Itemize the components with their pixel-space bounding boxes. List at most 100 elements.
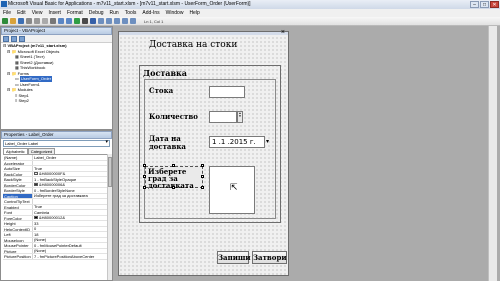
userform-order[interactable]: × Доставка на стоки Доставка Стока Колич… — [118, 29, 289, 276]
menu-window[interactable]: Window — [163, 9, 187, 17]
property-name: HelpContextID — [3, 226, 33, 231]
resize-handle-se[interactable] — [201, 186, 204, 189]
property-name: (Name) — [3, 155, 33, 160]
property-value[interactable]: 7 - fmPicturePositionAboveCenter — [33, 254, 107, 259]
menu-addins[interactable]: Add-Ins — [139, 9, 162, 17]
cut-icon[interactable] — [26, 18, 32, 24]
resize-handle-nw[interactable] — [143, 164, 146, 167]
tab-categorized[interactable]: Categorized — [27, 148, 56, 154]
property-value[interactable]: Cambria — [33, 210, 107, 215]
toolbox-icon[interactable] — [130, 18, 136, 24]
resize-handle-s[interactable] — [172, 186, 175, 189]
design-mode-icon[interactable] — [98, 18, 104, 24]
property-name: AutoSize — [3, 166, 33, 171]
property-value[interactable]: (None) — [33, 249, 107, 254]
undo-icon[interactable] — [58, 18, 64, 24]
run-icon[interactable] — [74, 18, 80, 24]
close-form-button[interactable]: Затвори — [252, 251, 287, 264]
color-swatch-icon — [34, 172, 38, 176]
property-value[interactable]: Label_Order — [33, 155, 107, 160]
break-icon[interactable] — [82, 18, 88, 24]
property-value-text: 0 — [34, 226, 37, 232]
property-row[interactable]: PicturePosition 7 - fmPicturePositionAbov… — [3, 254, 107, 260]
toggle-folders-icon[interactable] — [19, 36, 25, 42]
save-button[interactable]: Запиши — [217, 251, 251, 264]
property-value-text: Cambria — [34, 210, 50, 215]
redo-icon[interactable] — [66, 18, 72, 24]
property-value[interactable]: 18 — [33, 232, 107, 237]
goods-textbox[interactable] — [209, 86, 245, 98]
project-explorer-icon[interactable] — [106, 18, 112, 24]
object-selector[interactable]: Label_Order Label — [3, 140, 110, 147]
property-value[interactable]: &H8000000F& — [33, 172, 107, 176]
menu-run[interactable]: Run — [107, 9, 122, 17]
property-value[interactable]: 0 - fmMousePointerDefault — [33, 243, 107, 248]
property-value[interactable]: Изберете град за доставката — [33, 194, 107, 199]
menu-tools[interactable]: Tools — [122, 9, 140, 17]
label-order-selected[interactable]: Изберете град за доставката — [145, 166, 203, 189]
property-name: Left — [3, 232, 33, 237]
label-date: Дата на доставка — [149, 134, 186, 151]
property-name: BorderColor — [3, 182, 33, 187]
property-value[interactable]: 0 — [33, 227, 107, 232]
view-code-icon[interactable] — [3, 36, 9, 42]
resize-handle-w[interactable] — [143, 175, 146, 178]
quantity-spinner[interactable]: ▲ ▼ — [237, 111, 243, 123]
tree-item-step2[interactable]: ≡ Step2 — [1, 98, 112, 104]
property-value-text: Label_Order — [34, 155, 57, 160]
property-value[interactable]: 0 - fmBorderStyleNone — [33, 188, 107, 193]
menu-view[interactable]: View — [29, 9, 46, 17]
object-browser-icon[interactable] — [122, 18, 128, 24]
tab-alphabetic[interactable]: Alphabetic — [3, 148, 28, 154]
menu-insert[interactable]: Insert — [45, 9, 64, 17]
minimize-button[interactable]: – — [470, 1, 479, 8]
resize-handle-n[interactable] — [172, 164, 175, 167]
property-name: PicturePosition — [3, 254, 33, 259]
properties-grid: (Name) Label_Order Accelerator AutoSize True… — [3, 154, 107, 260]
copy-icon[interactable] — [34, 18, 40, 24]
userform-close-icon[interactable]: × — [281, 29, 285, 36]
quantity-textbox[interactable] — [209, 111, 237, 123]
menu-format[interactable]: Format — [64, 9, 86, 17]
property-value[interactable]: True — [33, 205, 107, 210]
property-value-text: Изберете град за доставката — [34, 193, 88, 199]
save-icon[interactable] — [18, 18, 24, 24]
excel-view-icon[interactable] — [2, 18, 8, 24]
resize-handle-sw[interactable] — [143, 186, 146, 189]
paste-icon[interactable] — [42, 18, 48, 24]
property-value[interactable] — [33, 199, 107, 204]
reset-icon[interactable] — [90, 18, 96, 24]
property-value[interactable]: True — [33, 166, 107, 171]
property-name: ControlTipText — [3, 199, 33, 204]
menu-file[interactable]: File — [0, 9, 14, 17]
find-icon[interactable] — [50, 18, 56, 24]
menu-debug[interactable]: Debug — [86, 9, 107, 17]
property-value[interactable]: &H80000006& — [33, 182, 107, 188]
property-value[interactable]: 1 - fmBackStyleOpaque — [33, 177, 107, 182]
view-object-icon[interactable] — [11, 36, 17, 42]
property-value[interactable]: &H80000012& — [33, 216, 107, 220]
resize-handle-e[interactable] — [201, 175, 204, 178]
scrollbar-thumb[interactable] — [108, 157, 112, 187]
property-value[interactable] — [33, 161, 107, 166]
property-value-text: &H80000006& — [39, 182, 66, 188]
close-button[interactable]: ✕ — [490, 1, 499, 8]
menu-bar: File Edit View Insert Format Debug Run T… — [0, 9, 500, 17]
resize-handle-ne[interactable] — [201, 164, 204, 167]
project-pane-title: Project - VBAProject — [1, 27, 112, 35]
maximize-button[interactable]: □ — [480, 1, 489, 8]
properties-window-icon[interactable] — [114, 18, 120, 24]
menu-edit[interactable]: Edit — [14, 9, 29, 17]
property-value-text: 33 — [34, 221, 39, 226]
vba-app-icon — [1, 1, 7, 7]
date-picker[interactable]: 1 .1 .2015 г. — [209, 136, 265, 148]
properties-scrollbar[interactable] — [107, 154, 112, 280]
property-value-text: 7 - fmPicturePositionAboveCenter — [34, 254, 95, 259]
property-value[interactable]: 33 — [33, 221, 107, 226]
insert-userform-icon[interactable] — [10, 18, 16, 24]
date-dropdown-icon[interactable]: ▾ — [266, 138, 269, 145]
property-name: BorderStyle — [3, 188, 33, 193]
menu-help[interactable]: Help — [186, 9, 202, 17]
designer-scrollbar[interactable] — [488, 26, 497, 281]
property-value[interactable]: (None) — [33, 238, 107, 243]
